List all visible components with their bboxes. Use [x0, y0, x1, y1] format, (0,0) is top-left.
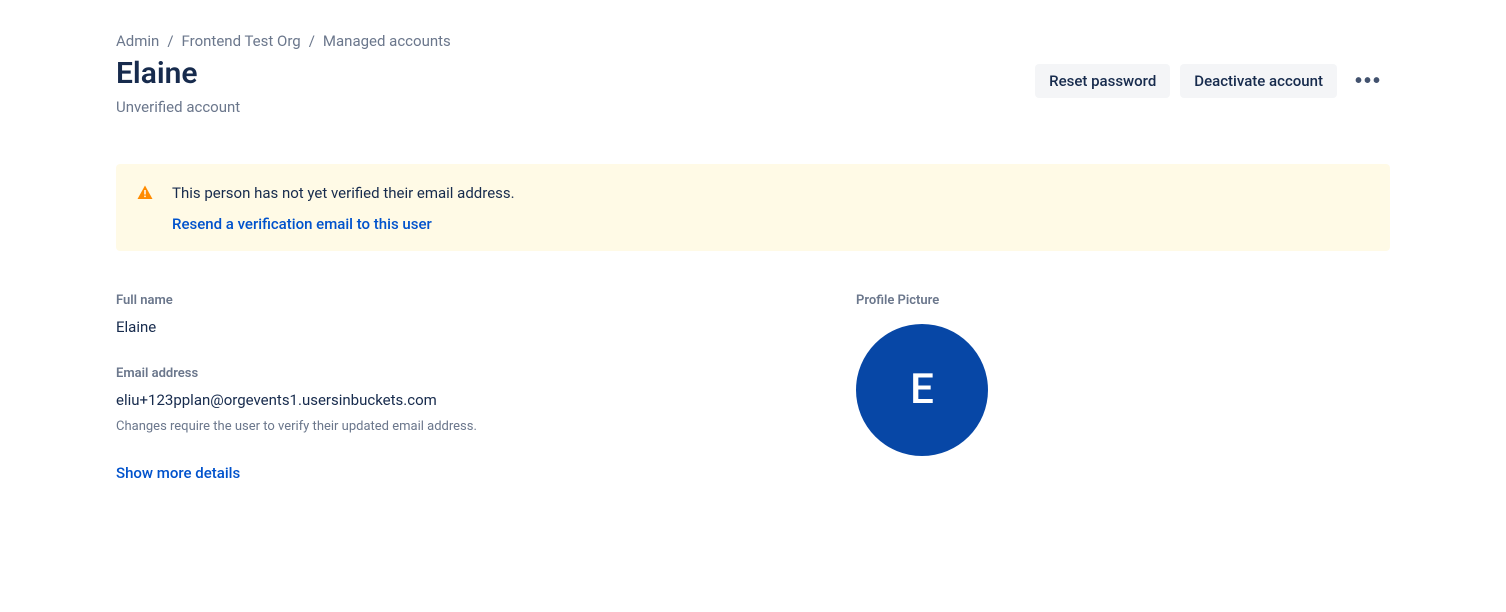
email-value[interactable]: eliu+123pplan@orgevents1.usersinbuckets.… [116, 391, 816, 409]
breadcrumb-admin[interactable]: Admin [116, 32, 159, 50]
breadcrumb-separator: / [309, 32, 315, 50]
breadcrumb-separator: / [167, 32, 173, 50]
header-actions: Reset password Deactivate account ••• [1035, 64, 1390, 98]
more-horizontal-icon: ••• [1355, 70, 1382, 92]
full-name-value[interactable]: Elaine [116, 318, 816, 336]
reset-password-button[interactable]: Reset password [1035, 64, 1170, 98]
details-right-column: Profile Picture E [856, 293, 1276, 482]
page-title: Elaine [116, 56, 240, 92]
full-name-label: Full name [116, 293, 816, 308]
resend-verification-link[interactable]: Resend a verification email to this user [172, 215, 432, 233]
banner-message: This person has not yet verified their e… [172, 182, 515, 205]
account-details: Full name Elaine Email address eliu+123p… [116, 293, 1390, 482]
email-field: Email address eliu+123pplan@orgevents1.u… [116, 366, 816, 434]
avatar-initial: E [910, 365, 934, 414]
profile-picture-label: Profile Picture [856, 293, 1276, 308]
more-actions-button[interactable]: ••• [1347, 65, 1390, 97]
title-block: Elaine Unverified account [116, 54, 240, 116]
verification-warning-banner: This person has not yet verified their e… [116, 164, 1390, 251]
full-name-field: Full name Elaine [116, 293, 816, 336]
deactivate-account-button[interactable]: Deactivate account [1180, 64, 1337, 98]
email-hint: Changes require the user to verify their… [116, 419, 816, 434]
breadcrumb-org[interactable]: Frontend Test Org [182, 32, 301, 50]
page-header: Elaine Unverified account Reset password… [116, 54, 1390, 116]
show-more-details-link[interactable]: Show more details [116, 464, 240, 482]
account-status-subtitle: Unverified account [116, 98, 240, 116]
breadcrumb-managed-accounts[interactable]: Managed accounts [323, 32, 451, 50]
details-left-column: Full name Elaine Email address eliu+123p… [116, 293, 816, 482]
banner-content: This person has not yet verified their e… [172, 182, 515, 233]
email-label: Email address [116, 366, 816, 381]
warning-icon [136, 184, 154, 206]
avatar[interactable]: E [856, 324, 988, 456]
breadcrumb: Admin / Frontend Test Org / Managed acco… [116, 32, 1390, 50]
